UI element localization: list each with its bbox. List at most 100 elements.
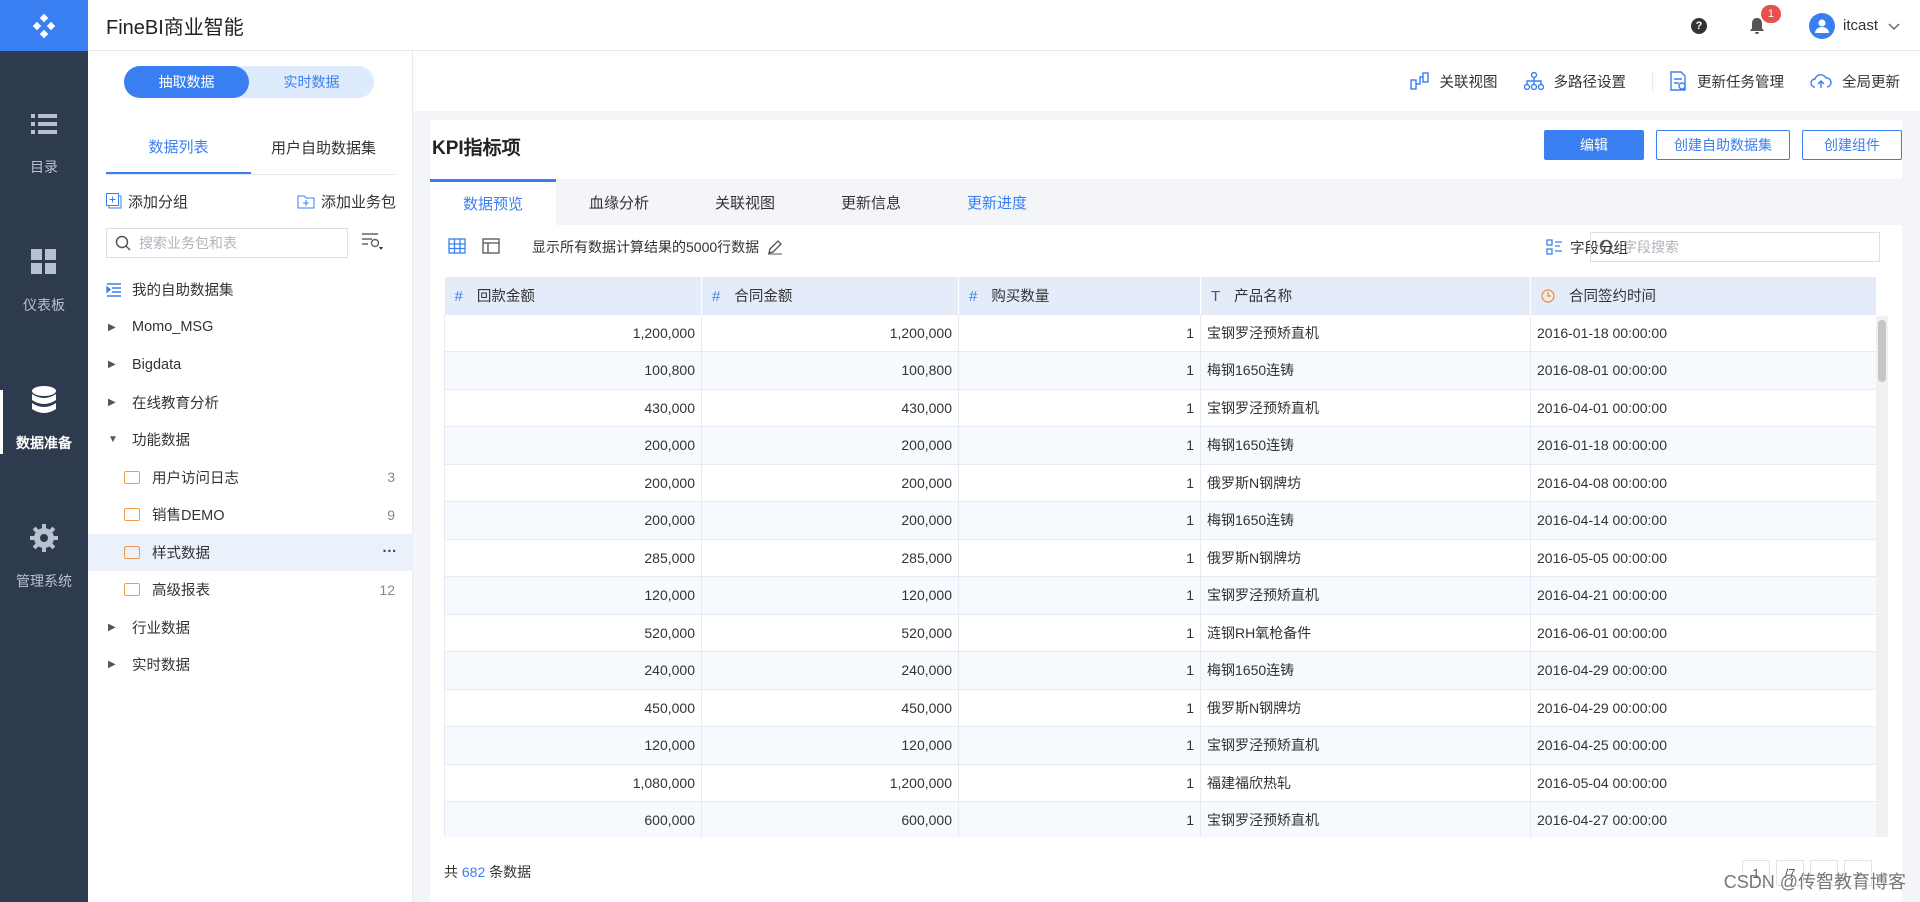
tab-data-preview[interactable]: 数据预览	[430, 179, 556, 225]
create-component-button[interactable]: 创建组件	[1802, 130, 1902, 160]
column-header[interactable]: 合同签约时间	[1530, 277, 1876, 314]
nav-catalog[interactable]: 目录	[0, 74, 88, 212]
table-row[interactable]: 200,000 200,000 1 梅钢1650连铸 2016-04-14 00:00:…	[444, 501, 1876, 540]
table-row[interactable]: 200,000 200,000 1 梅钢1650连铸 2016-01-18 00:00:…	[444, 426, 1876, 465]
tab-lineage[interactable]: 血缘分析	[556, 179, 682, 225]
table-cell: 1	[958, 726, 1201, 765]
table-cell: 2016-04-01 00:00:00	[1530, 388, 1876, 427]
caret-right-icon[interactable]: ▶	[108, 359, 118, 370]
tree-item-count: 12	[379, 581, 395, 598]
nav-label: 管理系统	[16, 573, 72, 589]
caret-down-icon[interactable]: ▼	[108, 434, 118, 445]
field-search-input[interactable]: 字段搜索	[1590, 232, 1880, 262]
table-cell: 宝钢罗泾预矫直机	[1200, 313, 1531, 352]
tab-update-info[interactable]: 更新信息	[808, 179, 934, 225]
table-row[interactable]: 120,000 120,000 1 宝钢罗泾预矫直机 2016-04-21 00:00:…	[444, 576, 1876, 615]
tab-relation-view[interactable]: 关联视图	[682, 179, 808, 225]
caret-right-icon[interactable]: ▶	[108, 659, 118, 670]
caret-right-icon[interactable]: ▶	[108, 622, 118, 633]
nav-data-prep[interactable]: 数据准备	[0, 350, 88, 488]
preview-description: 显示所有数据计算结果的5000行数据	[532, 237, 783, 257]
tree-item[interactable]: ▶ Bigdata	[88, 346, 413, 384]
nav-label: 仪表板	[23, 297, 65, 313]
top-bar: FineBI商业智能 ? 1 itcast	[88, 0, 1920, 51]
table-cell: 1	[958, 426, 1201, 465]
table-cell: 450,000	[701, 688, 959, 727]
username[interactable]: itcast	[1843, 17, 1878, 34]
tree-item[interactable]: ▶ 实时数据	[88, 646, 413, 684]
table-header: # 回款金额 # 合同金额 # 购买数量 T 产品名称 合同签约时间	[444, 277, 1876, 314]
table-row[interactable]: 600,000 600,000 1 宝钢罗泾预矫直机 2016-04-27 00:00:…	[444, 801, 1876, 837]
table-cell: 240,000	[701, 651, 959, 690]
table-cell: 200,000	[444, 426, 702, 465]
table-row[interactable]: 520,000 520,000 1 涟钢RH氧枪备件 2016-06-01 00:00:…	[444, 613, 1876, 652]
create-dataset-button[interactable]: 创建自助数据集	[1656, 130, 1790, 160]
help-icon[interactable]: ?	[1690, 17, 1707, 34]
scrollbar-thumb[interactable]	[1878, 320, 1886, 382]
table-row[interactable]: 200,000 200,000 1 俄罗斯N钢牌坊 2016-04-08 00:00:0…	[444, 463, 1876, 502]
nav-dashboard[interactable]: 仪表板	[0, 212, 88, 350]
table-cell: 2016-06-01 00:00:00	[1530, 613, 1876, 652]
tree-item[interactable]: 用户访问日志 3	[88, 459, 413, 497]
table-row[interactable]: 285,000 285,000 1 俄罗斯N钢牌坊 2016-05-05 00:00:0…	[444, 538, 1876, 577]
mode-extract[interactable]: 抽取数据	[124, 66, 249, 98]
tree-item[interactable]: 样式数据 ···	[88, 533, 413, 571]
tree-item[interactable]: ▶ 在线教育分析	[88, 384, 413, 422]
table-row[interactable]: 1,200,000 1,200,000 1 宝钢罗泾预矫直机 2016-01-18 00…	[444, 313, 1876, 352]
table-cell: 430,000	[701, 388, 959, 427]
column-header[interactable]: # 回款金额	[444, 277, 702, 314]
package-tree: 我的自助数据集 ▶ Momo_MSG ▶ Bigdata ▶ 在线教育分析 ▼ 功能数据 用户访问…	[88, 271, 413, 684]
tab-update-progress[interactable]: 更新进度	[934, 179, 1060, 225]
multipath-button[interactable]: 多路径设置	[1523, 71, 1626, 92]
nav-label: 目录	[30, 159, 58, 175]
table-row[interactable]: 100,800 100,800 1 梅钢1650连铸 2016-08-01 00:00:…	[444, 351, 1876, 390]
avatar[interactable]	[1808, 12, 1835, 39]
gear-icon	[29, 523, 59, 553]
add-group-button[interactable]: 添加分组	[106, 191, 188, 212]
filter-icon[interactable]	[360, 231, 386, 257]
add-package-button[interactable]: 添加业务包	[297, 191, 396, 212]
tab-data-list[interactable]: 数据列表	[106, 121, 251, 174]
detail-view-icon[interactable]	[482, 238, 502, 256]
update-task-button[interactable]: 更新任务管理	[1652, 70, 1784, 92]
caret-right-icon[interactable]: ▶	[108, 322, 118, 333]
tree-item-count: 3	[387, 469, 395, 486]
table-scrollbar[interactable]	[1876, 316, 1888, 837]
package-search-input[interactable]: 搜索业务包和表	[106, 228, 348, 258]
tree-item[interactable]: ▼ 功能数据	[88, 421, 413, 459]
table-row[interactable]: 430,000 430,000 1 宝钢罗泾预矫直机 2016-04-01 00:00:…	[444, 388, 1876, 427]
table-row[interactable]: 240,000 240,000 1 梅钢1650连铸 2016-04-29 00:00:…	[444, 651, 1876, 690]
table-cell: 100,800	[701, 351, 959, 390]
table-cell: 2016-04-21 00:00:00	[1530, 576, 1876, 615]
table-cell: 涟钢RH氧枪备件	[1200, 613, 1531, 652]
tab-self-dataset[interactable]: 用户自助数据集	[251, 121, 396, 174]
table-row[interactable]: 120,000 120,000 1 宝钢罗泾预矫直机 2016-04-25 00:00:…	[444, 726, 1876, 765]
finebi-logo[interactable]	[0, 0, 88, 51]
grid-view-icon[interactable]	[448, 238, 468, 256]
add-group-icon	[106, 193, 122, 209]
column-header[interactable]: # 购买数量	[958, 277, 1201, 314]
column-header[interactable]: T 产品名称	[1200, 277, 1531, 314]
nav-admin[interactable]: 管理系统	[0, 488, 88, 626]
tree-item[interactable]: 我的自助数据集	[88, 271, 413, 309]
chevron-down-icon[interactable]	[1888, 18, 1900, 34]
column-header-label: 合同签约时间	[1569, 288, 1656, 305]
caret-right-icon[interactable]: ▶	[108, 397, 118, 408]
edit-button[interactable]: 编辑	[1544, 130, 1644, 160]
field-group-icon	[1546, 239, 1562, 255]
table-cell: 2016-04-29 00:00:00	[1530, 688, 1876, 727]
column-header[interactable]: # 合同金额	[701, 277, 959, 314]
mode-realtime[interactable]: 实时数据	[249, 66, 374, 98]
tree-item[interactable]: 销售DEMO 9	[88, 496, 413, 534]
tree-item[interactable]: ▶ 行业数据	[88, 609, 413, 647]
table-row[interactable]: 1,080,000 1,200,000 1 福建福欣热轧 2016-05-04 00:0…	[444, 763, 1876, 802]
table-row[interactable]: 450,000 450,000 1 俄罗斯N钢牌坊 2016-04-29 00:00:0…	[444, 688, 1876, 727]
relation-view-button[interactable]: 关联视图	[1409, 71, 1498, 92]
notification-bell[interactable]: 1	[1749, 4, 1781, 35]
more-options-icon[interactable]: ···	[383, 544, 398, 560]
tree-item[interactable]: 高级报表 12	[88, 571, 413, 609]
table-cell: 200,000	[444, 501, 702, 540]
tree-item[interactable]: ▶ Momo_MSG	[88, 309, 413, 347]
edit-icon[interactable]	[767, 239, 783, 255]
global-update-button[interactable]: 全局更新	[1810, 71, 1900, 92]
